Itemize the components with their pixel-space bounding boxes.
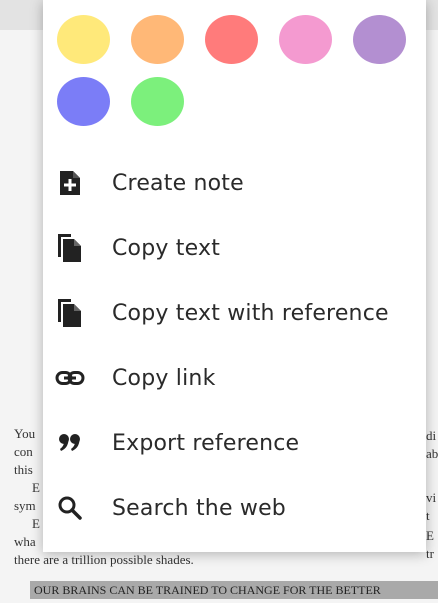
context-menu: Create note Copy text Copy text with ref… <box>43 0 426 552</box>
swatch-purple[interactable] <box>353 15 406 64</box>
menu-item-export-reference[interactable]: Export reference <box>43 413 426 473</box>
menu-item-label: Create note <box>112 170 244 196</box>
menu-item-create-note[interactable]: Create note <box>43 153 426 213</box>
document-edge-text: di <box>426 428 437 443</box>
swatch-red[interactable] <box>205 15 258 64</box>
menu-item-label: Search the web <box>112 495 286 521</box>
document-edge-text: ab <box>426 446 438 461</box>
menu-item-copy-text-with-reference[interactable]: Copy text with reference <box>43 283 426 343</box>
document-edge-text: E <box>426 528 434 543</box>
menu-item-label: Copy link <box>112 365 216 391</box>
swatch-blue[interactable] <box>57 77 110 126</box>
swatch-yellow[interactable] <box>57 15 110 64</box>
menu-item-copy-text[interactable]: Copy text <box>43 218 426 278</box>
highlighted-heading: OUR BRAINS CAN BE TRAINED TO CHANGE FOR … <box>30 581 438 599</box>
document-edge-text: tr <box>426 546 434 561</box>
menu-item-label: Copy text <box>112 235 221 261</box>
quote-icon <box>55 428 85 458</box>
document-edge-text: t <box>426 508 430 523</box>
note-plus-icon <box>55 168 85 198</box>
document-edge-text: vi <box>426 490 437 505</box>
link-icon <box>55 363 85 393</box>
copy-icon <box>55 233 85 263</box>
swatch-pink[interactable] <box>279 15 332 64</box>
search-icon <box>55 493 85 523</box>
menu-item-copy-link[interactable]: Copy link <box>43 348 426 408</box>
document-line: there are a trillion possible shades. <box>14 552 194 567</box>
swatch-orange[interactable] <box>131 15 184 64</box>
swatch-green[interactable] <box>131 77 184 126</box>
menu-item-label: Copy text with reference <box>112 300 389 326</box>
menu-item-search-the-web[interactable]: Search the web <box>43 478 426 538</box>
copy-reference-icon <box>55 298 85 328</box>
menu-item-label: Export reference <box>112 430 300 456</box>
